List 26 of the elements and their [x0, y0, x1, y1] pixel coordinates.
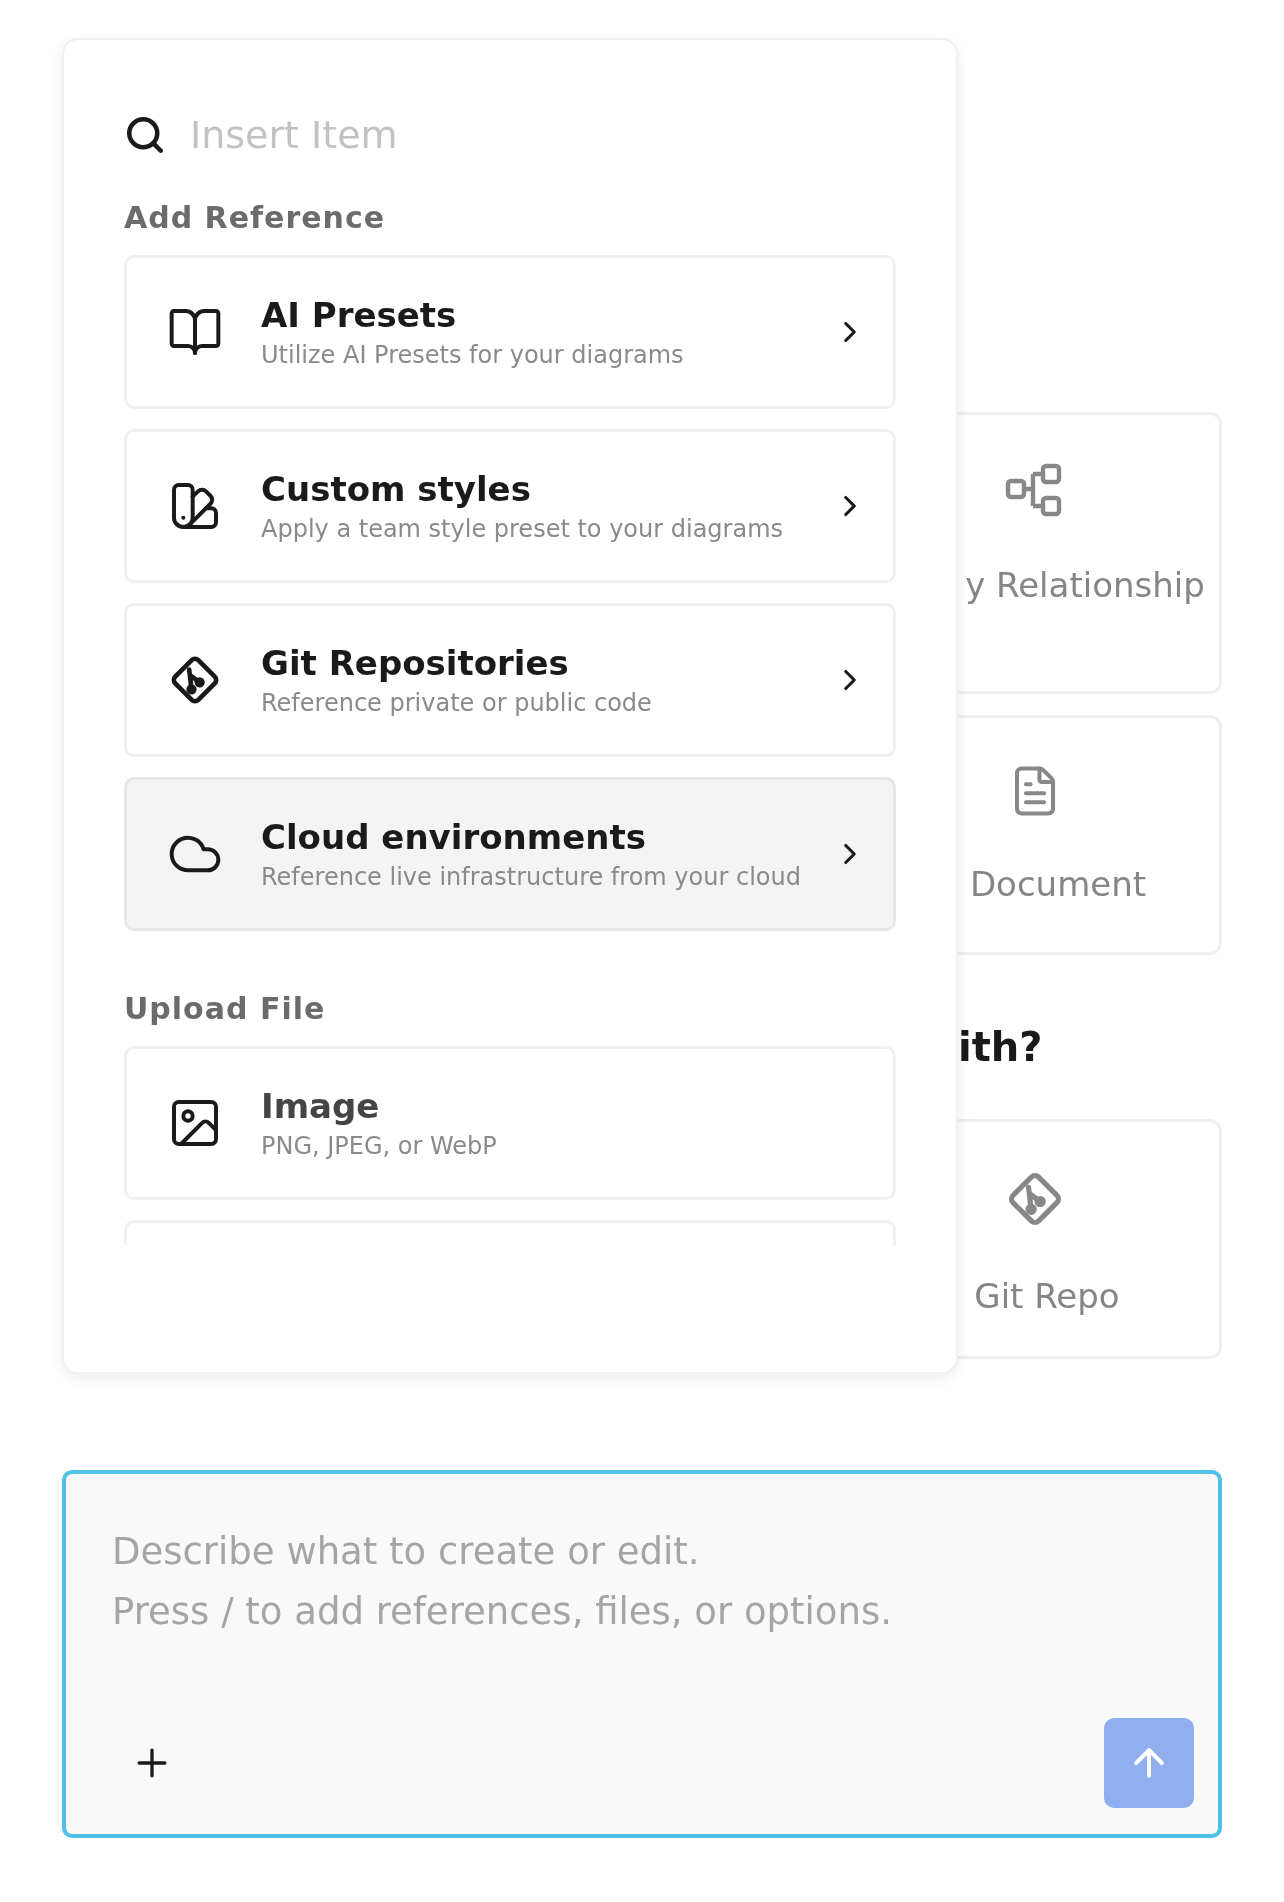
item-title: Custom styles — [261, 469, 532, 509]
item-title: AI Presets — [261, 295, 458, 335]
prompt-box[interactable]: Describe what to create or edit. Press / to add references, files, or options. — [62, 1470, 1222, 1838]
send-button[interactable] — [1104, 1718, 1194, 1808]
item-description: PNG, JPEG, or WebP — [261, 1132, 498, 1160]
item-description: Reference private or public code — [261, 689, 653, 717]
item-description: Reference live infrastructure from your cloud — [261, 863, 802, 891]
menu-item[interactable]: AI Presets Utilize AI Presets for your diagrams — [124, 255, 896, 409]
section-heading: ith? — [957, 1024, 1044, 1070]
item-description: Utilize AI Presets for your diagrams — [261, 341, 685, 369]
item-title: Git Repositories — [261, 643, 570, 683]
option-label: y Relationship — [964, 565, 1205, 605]
menu-item[interactable]: Git Repositories Reference private or public code — [124, 603, 896, 757]
option-label: Document — [968, 864, 1147, 904]
option-label: Git Repo — [973, 1276, 1120, 1316]
search-field[interactable]: Insert Item — [190, 113, 790, 157]
item-title: Cloud environments — [261, 817, 647, 857]
search-icon — [124, 114, 166, 156]
menu-item[interactable]: Cloud environments Reference live infrastructure from your cloud — [124, 777, 896, 931]
menu-item[interactable]: Image PNG, JPEG, or WebP — [124, 1046, 896, 1200]
menu-item[interactable]: Custom styles Apply a team style preset to your diagrams — [124, 429, 896, 583]
item-title: Image — [261, 1086, 381, 1126]
prompt-field[interactable]: Describe what to create or edit. Press / to add references, files, or options. — [112, 1522, 1194, 1718]
item-description: Apply a team style preset to your diagrams — [261, 515, 785, 543]
section-title: Add Reference — [124, 200, 387, 235]
section-title: Upload File — [124, 991, 327, 1026]
